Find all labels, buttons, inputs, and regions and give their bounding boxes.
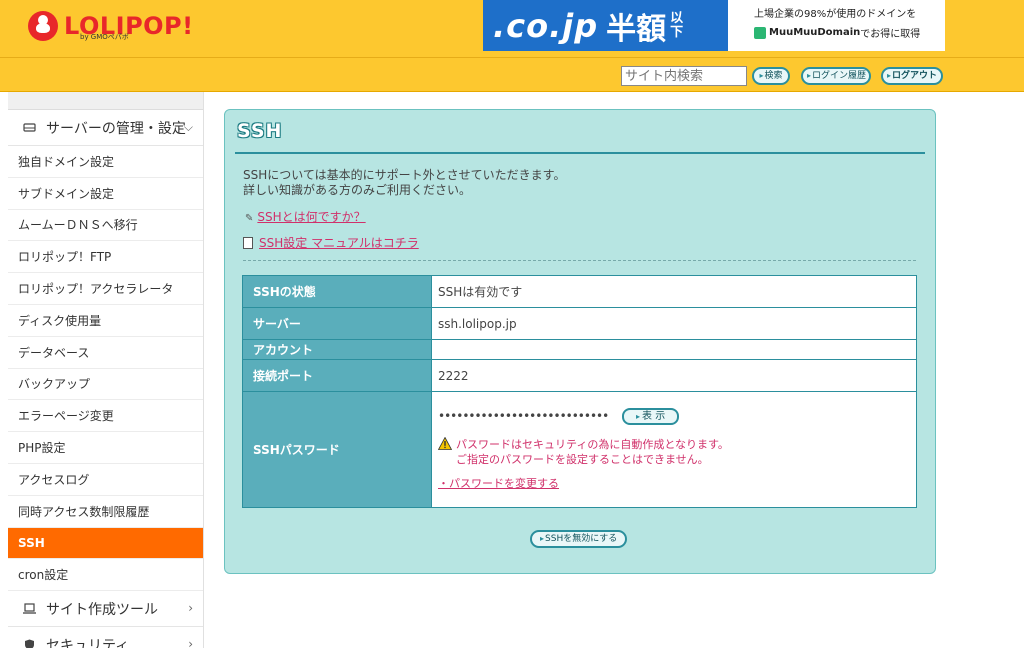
table-row-port: 接続ポート 2222	[242, 359, 917, 392]
warning-text: パスワードはセキュリティの為に自動作成となります。 ご指定のパスワードを設定する…	[456, 437, 729, 467]
warning-line2: ご指定のパスワードを設定することはできません。	[456, 453, 709, 466]
password-cell: •••••••••••••••••••••••••••• 表 示 パスワードはセ…	[431, 391, 917, 508]
ssh-panel: SSH SSHについては基本的にサポート外とさせていただきます。 詳しい知識があ…	[224, 109, 936, 574]
table-row-server: サーバー ssh.lolipop.jp	[242, 307, 917, 340]
sidebar-top-spacer	[8, 92, 203, 110]
ssh-manual-label: SSH設定 マニュアルはコチラ	[259, 236, 419, 250]
chevron-down-icon: ⌵	[183, 120, 193, 134]
muumuu-logo-icon	[754, 26, 766, 39]
sidebar-item[interactable]: PHP設定	[8, 432, 203, 464]
password-warning: パスワードはセキュリティの為に自動作成となります。 ご指定のパスワードを設定する…	[438, 437, 916, 467]
banner-line2-tail: でお得に取得	[860, 29, 921, 40]
what-is-ssh-link[interactable]: ✎ SSHとは何ですか？	[245, 208, 366, 225]
lolipop-logo-icon	[28, 11, 58, 41]
table-row-account: アカウント	[242, 339, 917, 360]
show-password-button[interactable]: 表 示	[622, 408, 680, 425]
table-row-status: SSHの状態 SSHは有効です	[242, 275, 917, 308]
what-is-ssh-label: SSHとは何ですか？	[257, 210, 366, 224]
banner-brand: MuuMuuDomain	[769, 27, 861, 38]
ssh-status-label: SSHの状態	[242, 275, 432, 308]
pencil-icon: ✎	[245, 213, 254, 224]
site-search-input[interactable]	[621, 66, 747, 86]
site-header: LOLIPOP! by GMOペパボ .co.jp 半額 以下 上場企業の98%…	[0, 0, 1024, 92]
header-divider	[0, 57, 1024, 58]
banner-line1: 上場企業の98%が使用のドメインを	[754, 9, 917, 20]
manual-icon	[243, 237, 253, 249]
sidebar-item[interactable]: アクセスログ	[8, 464, 203, 496]
sidebar-item[interactable]: データベース	[8, 337, 203, 369]
password-masked: ••••••••••••••••••••••••••••	[438, 409, 609, 423]
disable-ssh-button[interactable]: SSHを無効にする	[530, 530, 628, 548]
sidebar-category-label: セキュリティ	[46, 637, 130, 648]
sidebar-item[interactable]: ムームーＤＮＳへ移行	[8, 210, 203, 242]
server-value: ssh.lolipop.jp	[431, 307, 917, 340]
sidebar-items: 独自ドメイン設定 サブドメイン設定 ムームーＤＮＳへ移行 ロリポップ！FTP ロリポップ…	[8, 146, 203, 592]
sidebar-item[interactable]: 独自ドメイン設定	[8, 146, 203, 178]
sidebar-category-site-tools[interactable]: サイト作成ツール ›	[8, 591, 203, 628]
warning-line1: パスワードはセキュリティの為に自動作成となります。	[456, 438, 729, 451]
password-row: •••••••••••••••••••••••••••• 表 示	[438, 408, 916, 425]
sidebar-category-server[interactable]: サーバーの管理・設定 ⌵	[8, 110, 203, 146]
sidebar-item[interactable]: バックアップ	[8, 369, 203, 401]
login-history-button[interactable]: ログイン履歴	[801, 67, 871, 85]
sidebar: サーバーの管理・設定 ⌵ 独自ドメイン設定 サブドメイン設定 ムームーＤＮＳへ移行ロ…	[8, 92, 204, 648]
banner-right: 上場企業の98%が使用のドメインを MuuMuuDomain でお得に取得	[728, 0, 945, 51]
intro-text: SSHについては基本的にサポート外とさせていただきます。 詳しい知識がある方のみ…	[243, 168, 565, 198]
chevron-right-icon: ›	[188, 601, 193, 616]
account-value	[431, 339, 917, 360]
sidebar-item[interactable]: サブドメイン設定	[8, 178, 203, 210]
sidebar-category-label: サーバーの管理・設定	[46, 120, 186, 137]
sidebar-category-security[interactable]: セキュリティ ›	[8, 627, 203, 648]
banner-cojp: .co.jp	[493, 6, 599, 45]
banner-line2: MuuMuuDomain でお得に取得	[754, 25, 945, 40]
port-label: 接続ポート	[242, 359, 432, 392]
sidebar-item[interactable]: ディスク使用量	[8, 305, 203, 337]
sidebar-item[interactable]: ロリポップ！アクセラレータ	[8, 273, 203, 305]
intro-line2: 詳しい知識がある方のみご利用ください。	[243, 183, 472, 197]
ssh-status-value: SSHは有効です	[431, 275, 917, 308]
sidebar-item[interactable]: SSH	[8, 527, 203, 560]
server-label: サーバー	[242, 307, 432, 340]
intro-line1: SSHについては基本的にサポート外とさせていただきます。	[243, 168, 566, 182]
port-value: 2222	[431, 359, 917, 392]
sidebar-item[interactable]: エラーページ変更	[8, 400, 203, 433]
dashed-divider	[243, 260, 916, 261]
sidebar-item[interactable]: cron設定	[8, 559, 203, 592]
sidebar-item[interactable]: ロリポップ！FTP	[8, 241, 203, 274]
search-button[interactable]: 検索	[752, 67, 790, 85]
account-label: アカウント	[242, 339, 432, 360]
logo-subtext: by GMOペパボ	[80, 33, 129, 41]
muumuu-banner[interactable]: .co.jp 半額 以下 上場企業の98%が使用のドメインを MuuMuuDom…	[483, 0, 945, 51]
ssh-manual-link[interactable]: SSH設定 マニュアルはコチラ	[243, 234, 419, 251]
ssh-info-table: SSHの状態 SSHは有効です サーバー ssh.lolipop.jp アカウン…	[242, 275, 917, 508]
title-divider	[235, 152, 925, 154]
laptop-icon	[22, 603, 36, 615]
sidebar-item[interactable]: 同時アクセス数制限履歴	[8, 496, 203, 528]
banner-hangaku: 半額	[606, 11, 667, 47]
banner-left: .co.jp 半額 以下	[483, 0, 728, 51]
banner-ika: 以下	[670, 10, 684, 40]
sidebar-category-label: サイト作成ツール	[46, 601, 158, 618]
change-password-link[interactable]: ・パスワードを変更する	[438, 475, 559, 491]
logout-button[interactable]: ログアウト	[881, 67, 943, 85]
server-icon	[22, 122, 36, 134]
table-row-password: SSHパスワード •••••••••••••••••••••••••••• 表 …	[242, 391, 917, 508]
warning-icon	[438, 437, 452, 450]
password-label: SSHパスワード	[242, 391, 432, 508]
page-title: SSH	[237, 120, 283, 142]
shield-icon	[22, 639, 36, 648]
chevron-right-icon: ›	[188, 637, 193, 648]
